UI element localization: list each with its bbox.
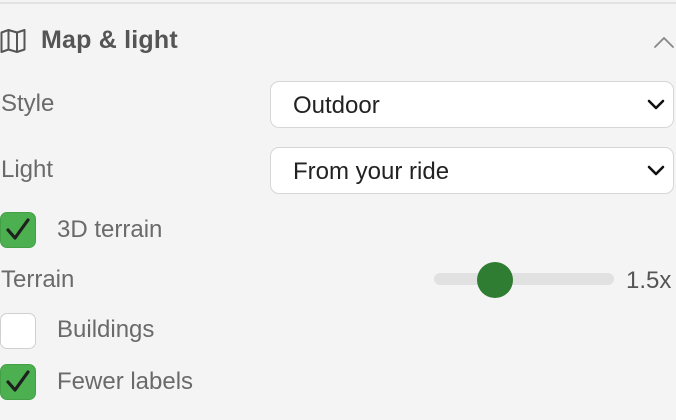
terrain-slider-value: 1.5x (626, 267, 672, 294)
map-light-panel: Map & light Style Outdoor Light From you… (0, 0, 676, 420)
buildings-label: Buildings (57, 316, 155, 343)
checkmark-icon (6, 370, 30, 392)
buildings-checkbox[interactable] (0, 313, 36, 349)
checkmark-icon (6, 218, 30, 240)
chevron-down-icon (647, 165, 665, 176)
fewer-labels-checkbox[interactable] (0, 364, 36, 400)
light-select[interactable]: From your ride (270, 147, 674, 194)
terrain-3d-label: 3D terrain (57, 216, 163, 243)
style-label: Style (1, 90, 55, 117)
chevron-up-icon[interactable] (652, 30, 676, 54)
terrain-slider-track[interactable] (434, 273, 614, 285)
section-header[interactable]: Map & light (0, 22, 676, 64)
terrain-3d-checkbox[interactable] (0, 212, 36, 248)
light-label: Light (1, 156, 54, 183)
top-divider (0, 2, 676, 4)
fewer-labels-label: Fewer labels (57, 368, 194, 395)
terrain-slider-thumb[interactable] (477, 262, 514, 298)
terrain-label: Terrain (1, 266, 75, 293)
section-title: Map & light (41, 26, 178, 54)
light-select-value: From your ride (293, 158, 450, 185)
style-select[interactable]: Outdoor (270, 81, 674, 128)
style-select-value: Outdoor (293, 92, 380, 119)
map-icon (0, 29, 26, 53)
chevron-down-icon (647, 99, 665, 110)
